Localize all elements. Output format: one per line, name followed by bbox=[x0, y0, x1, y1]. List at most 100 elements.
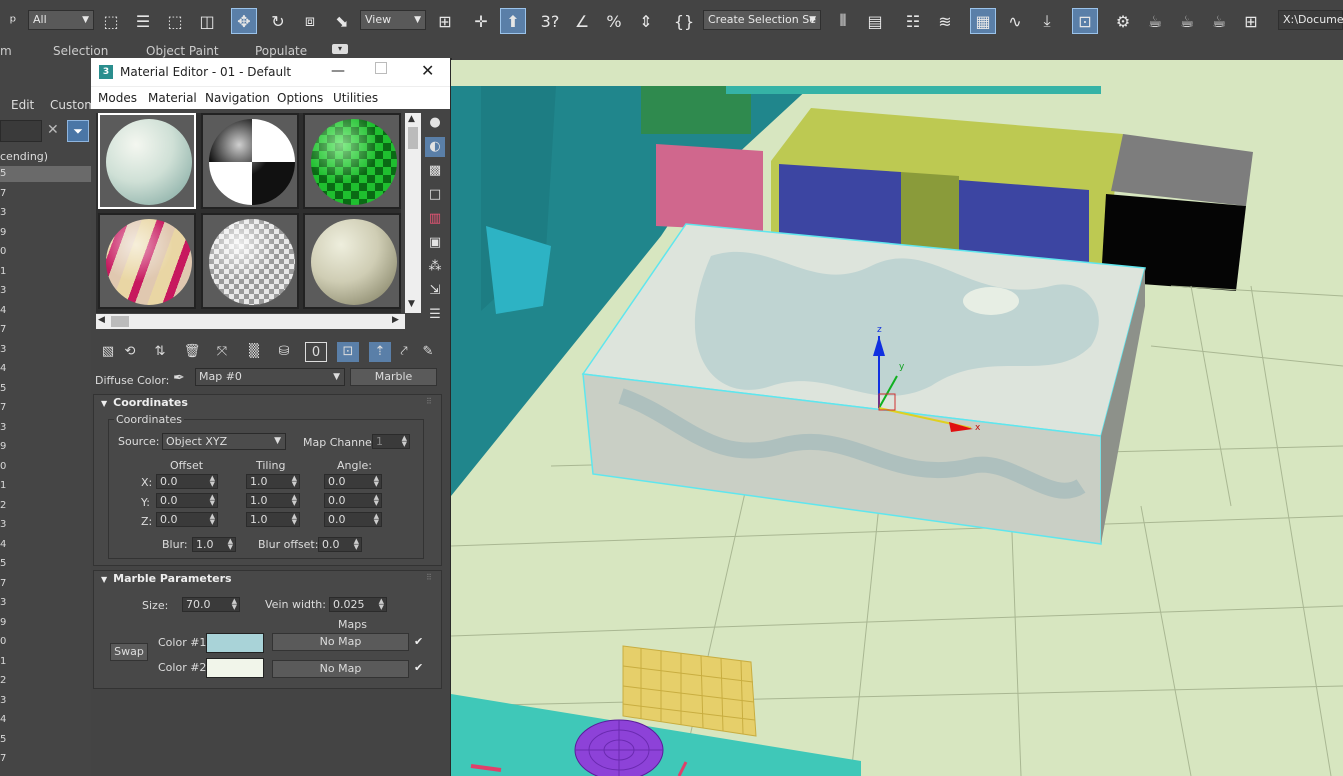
backlight-icon[interactable]: ◐ bbox=[425, 137, 445, 157]
explorer-search-input[interactable] bbox=[0, 120, 42, 142]
slots-vertical-scrollbar[interactable]: ▲ ▼ bbox=[405, 113, 421, 313]
select-by-material-icon[interactable]: ⇲ bbox=[425, 281, 445, 301]
ref-coord-dropdown[interactable]: View ▼ bbox=[360, 10, 426, 30]
explorer-row[interactable]: 9 bbox=[0, 615, 91, 631]
render-setup-icon[interactable]: ⚙ bbox=[1110, 8, 1136, 34]
explorer-row[interactable]: 3 bbox=[0, 420, 91, 436]
spinner-icon[interactable]: ▲ ▼ bbox=[210, 494, 215, 507]
spinner-icon[interactable]: ▲ ▼ bbox=[354, 538, 359, 551]
ribbon-tab-selection[interactable]: Selection bbox=[53, 44, 108, 58]
angle-z-field[interactable]: 0.0 ▲ ▼ bbox=[324, 512, 382, 527]
window-crossing-icon[interactable]: ◫ bbox=[194, 8, 220, 34]
map-type-button[interactable]: Marble bbox=[350, 368, 437, 386]
ribbon-tab-populate[interactable]: Populate bbox=[255, 44, 307, 58]
lasso-icon[interactable]: ᵖ bbox=[0, 8, 26, 34]
ribbon-tab-object-paint[interactable]: Object Paint bbox=[146, 44, 219, 58]
get-material-icon[interactable]: ▧ bbox=[97, 342, 119, 362]
percent-snap-icon[interactable]: % bbox=[601, 8, 627, 34]
explorer-row[interactable]: 1 bbox=[0, 654, 91, 670]
blur-offset-field[interactable]: 0.0 ▲ ▼ bbox=[318, 537, 362, 552]
explorer-row[interactable]: 5 bbox=[0, 556, 91, 572]
ribbon-options-icon[interactable]: ▾ bbox=[332, 44, 348, 54]
snap-toggle-icon[interactable]: 3? bbox=[537, 8, 563, 34]
explorer-row[interactable]: 0 bbox=[0, 459, 91, 475]
angle-snap-icon[interactable]: ∠ bbox=[569, 8, 595, 34]
rotate-icon[interactable]: ↻ bbox=[265, 8, 291, 34]
scroll-down-icon[interactable]: ▼ bbox=[408, 299, 415, 309]
sample-slot[interactable] bbox=[303, 113, 401, 209]
scene-explorer-icon[interactable]: ▦ bbox=[970, 8, 996, 34]
reset-map-icon[interactable]: 🗑 bbox=[181, 342, 203, 362]
place-icon[interactable]: ⬊ bbox=[329, 8, 355, 34]
menu-options[interactable]: Options bbox=[277, 91, 323, 105]
explorer-row[interactable]: 1 bbox=[0, 264, 91, 280]
offset-y-field[interactable]: 0.0 ▲ ▼ bbox=[156, 493, 218, 508]
coordinates-rollout-header[interactable]: ▼ Coordinates bbox=[96, 396, 441, 412]
spinner-icon[interactable]: ▲ ▼ bbox=[232, 598, 237, 611]
pivot-center-icon[interactable]: ⊞ bbox=[432, 8, 458, 34]
layers-icon[interactable]: ≋ bbox=[932, 8, 958, 34]
tiling-y-field[interactable]: 1.0 ▲ ▼ bbox=[246, 493, 300, 508]
material-editor-icon[interactable]: ⊡ bbox=[1072, 8, 1098, 34]
spinner-icon[interactable]: ▲ ▼ bbox=[292, 475, 297, 488]
assign-material-icon[interactable]: ⇅ bbox=[149, 342, 171, 362]
explorer-row[interactable]: 1 bbox=[0, 478, 91, 494]
explorer-menu-custom[interactable]: Custom bbox=[50, 98, 96, 112]
explorer-row[interactable]: 5 bbox=[0, 381, 91, 397]
sample-slot[interactable] bbox=[201, 213, 299, 309]
maximize-icon[interactable] bbox=[375, 62, 387, 74]
spinner-icon[interactable]: ▲ ▼ bbox=[292, 513, 297, 526]
render-active-icon[interactable]: ☕ bbox=[1206, 8, 1232, 34]
select-object-icon[interactable]: ⬚ bbox=[98, 8, 124, 34]
select-by-name-icon[interactable]: ☰ bbox=[130, 8, 156, 34]
offset-z-field[interactable]: 0.0 ▲ ▼ bbox=[156, 512, 218, 527]
scroll-left-icon[interactable]: ◀ bbox=[98, 315, 105, 325]
clear-search-icon[interactable]: ✕ bbox=[47, 122, 59, 138]
filter-icon[interactable]: ⏷ bbox=[67, 120, 89, 142]
show-map-in-viewport-icon[interactable]: 0 bbox=[305, 342, 327, 362]
explorer-row[interactable]: 3 bbox=[0, 595, 91, 611]
background-icon[interactable]: ▩ bbox=[425, 161, 445, 181]
scroll-right-icon[interactable]: ▶ bbox=[392, 315, 399, 325]
spinner-snap-icon[interactable]: ⇕ bbox=[633, 8, 659, 34]
spinner-icon[interactable]: ▲ ▼ bbox=[402, 435, 407, 448]
slots-horizontal-scrollbar[interactable]: ◀ ▶ bbox=[96, 314, 405, 329]
go-forward-sibling-icon[interactable]: ⤤ bbox=[393, 342, 415, 362]
menu-navigation[interactable]: Navigation bbox=[205, 91, 270, 105]
menu-utilities[interactable]: Utilities bbox=[333, 91, 378, 105]
sample-type-icon[interactable]: ● bbox=[425, 113, 445, 133]
video-color-check-icon[interactable]: ▥ bbox=[425, 209, 445, 229]
keyboard-shortcut-override-icon[interactable]: ⬆ bbox=[500, 8, 526, 34]
tiling-z-field[interactable]: 1.0 ▲ ▼ bbox=[246, 512, 300, 527]
vein-width-field[interactable]: 0.025 ▲ ▼ bbox=[329, 597, 387, 612]
align-icon[interactable]: ▤ bbox=[862, 8, 888, 34]
color2-swatch[interactable] bbox=[206, 658, 264, 678]
explorer-row[interactable]: 3 bbox=[0, 283, 91, 299]
size-field[interactable]: 70.0 ▲ ▼ bbox=[182, 597, 240, 612]
angle-y-field[interactable]: 0.0 ▲ ▼ bbox=[324, 493, 382, 508]
map-channel-field[interactable]: 1 ▲ ▼ bbox=[372, 434, 410, 449]
offset-x-field[interactable]: 0.0 ▲ ▼ bbox=[156, 474, 218, 489]
source-dropdown[interactable]: Object XYZ ▼ bbox=[162, 433, 286, 450]
sample-slot[interactable] bbox=[98, 113, 196, 209]
scroll-thumb[interactable] bbox=[408, 127, 418, 149]
perspective-viewport[interactable]: z y x bbox=[451, 86, 1343, 776]
explorer-row[interactable]: 3 bbox=[0, 342, 91, 358]
color1-swatch[interactable] bbox=[206, 633, 264, 653]
selection-set-dropdown[interactable]: Create Selection Se ▼ bbox=[703, 10, 821, 30]
explorer-row[interactable]: 5 bbox=[0, 166, 91, 182]
spinner-icon[interactable]: ▲ ▼ bbox=[379, 598, 384, 611]
make-preview-icon[interactable]: ▣ bbox=[425, 233, 445, 253]
sort-column-header[interactable]: cending) bbox=[0, 150, 48, 163]
explorer-row[interactable]: 7 bbox=[0, 576, 91, 592]
spinner-icon[interactable]: ▲ ▼ bbox=[210, 475, 215, 488]
curve-editor-icon[interactable]: ∿ bbox=[1002, 8, 1028, 34]
mirror-icon[interactable]: ⫴ bbox=[830, 8, 856, 34]
explorer-row[interactable]: 2 bbox=[0, 498, 91, 514]
make-unique-icon[interactable]: ⤧ bbox=[211, 342, 233, 362]
explorer-row[interactable]: 4 bbox=[0, 537, 91, 553]
material-map-navigator-icon[interactable]: ☰ bbox=[425, 305, 445, 325]
explorer-row[interactable]: 9 bbox=[0, 439, 91, 455]
explorer-row[interactable]: 9 bbox=[0, 225, 91, 241]
explorer-row[interactable]: 7 bbox=[0, 322, 91, 338]
